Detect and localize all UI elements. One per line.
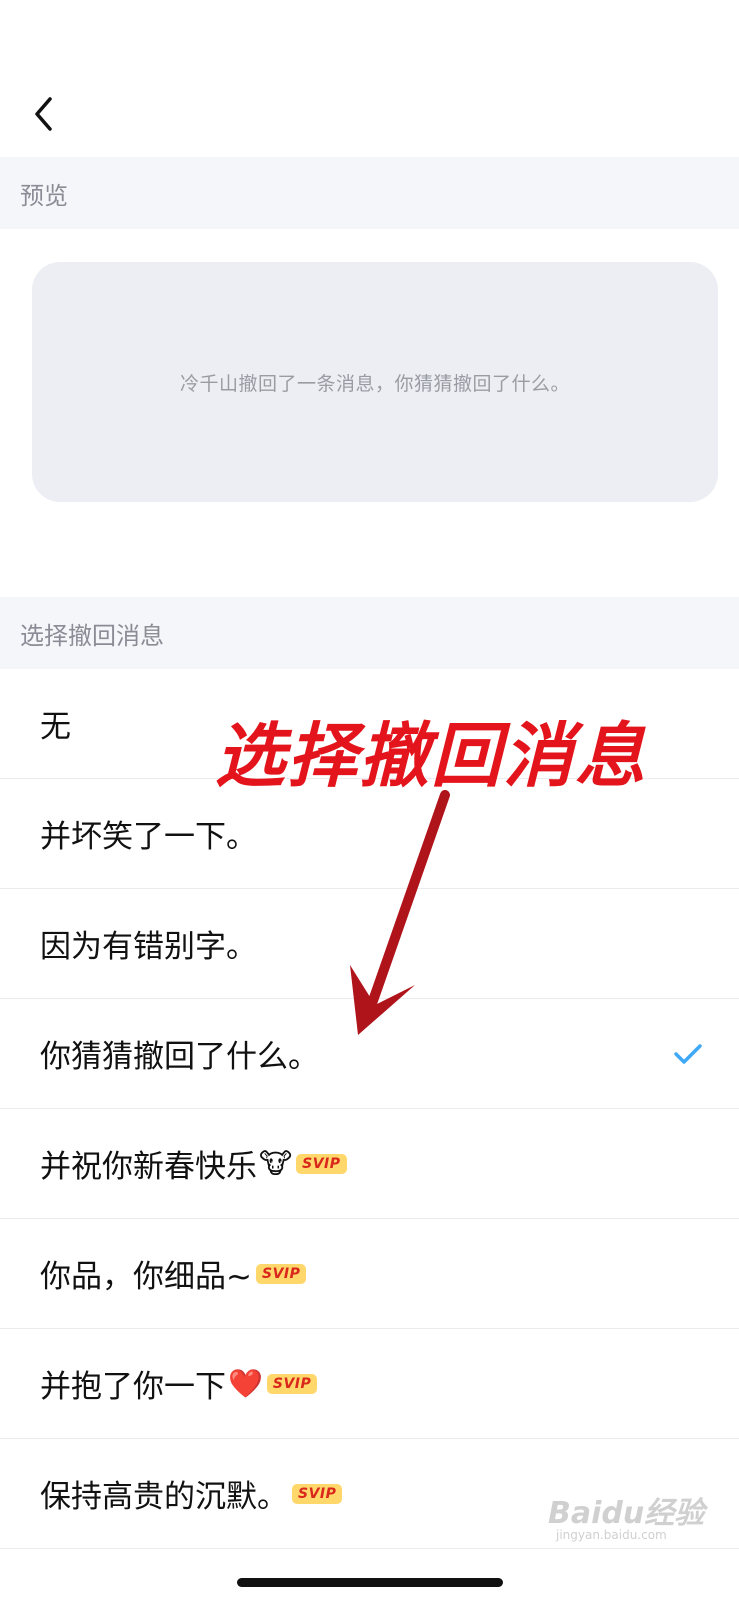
watermark-logo: Baidu经验 jingyan.baidu.com [548, 1488, 723, 1548]
option-label: 无 [40, 709, 71, 745]
preview-section-header: 预览 [0, 157, 739, 229]
annotation-arrow-icon [350, 790, 450, 1035]
option-label: 并祝你新春快乐 [40, 1149, 257, 1185]
svip-badge: SVIP [292, 1483, 343, 1504]
select-section-title: 选择撤回消息 [20, 621, 164, 650]
option-label: 因为有错别字。 [40, 929, 257, 965]
option-label: 你品，你细品~ [40, 1259, 252, 1295]
svip-badge: SVIP [255, 1263, 307, 1284]
preview-card: 冷千山撤回了一条消息，你猜猜撤回了什么。 [32, 262, 718, 502]
option-label: 并抱了你一下 [40, 1369, 226, 1405]
svip-badge: SVIP [266, 1373, 318, 1394]
option-label: 并坏笑了一下。 [40, 819, 257, 855]
preview-message: 冷千山撤回了一条消息，你猜猜撤回了什么。 [179, 372, 570, 395]
preview-area: 冷千山撤回了一条消息，你猜猜撤回了什么。 [0, 229, 739, 597]
option-row-hug[interactable]: 并抱了你一下 ❤️ SVIP [0, 1329, 739, 1439]
option-row-new-year[interactable]: 并祝你新春快乐 🐮 SVIP [0, 1109, 739, 1219]
chevron-left-icon [35, 97, 52, 131]
watermark-text: Baidu经验 [548, 1496, 705, 1531]
cow-emoji-icon: 🐮 [259, 1146, 293, 1180]
option-row-savor[interactable]: 你品，你细品~ SVIP [0, 1219, 739, 1329]
annotation-title: 选择撤回消息 [215, 715, 647, 797]
back-button[interactable] [22, 92, 66, 136]
home-indicator[interactable] [237, 1578, 503, 1587]
checkmark-icon [674, 1043, 702, 1064]
heart-emoji-icon: ❤️ [228, 1366, 263, 1400]
preview-section-title: 预览 [20, 181, 68, 210]
option-label: 保持高贵的沉默。 [40, 1479, 288, 1515]
select-section-header: 选择撤回消息 [0, 597, 739, 669]
svip-badge: SVIP [296, 1153, 347, 1174]
top-bar [0, 0, 739, 157]
option-label: 你猜猜撤回了什么。 [40, 1039, 319, 1075]
